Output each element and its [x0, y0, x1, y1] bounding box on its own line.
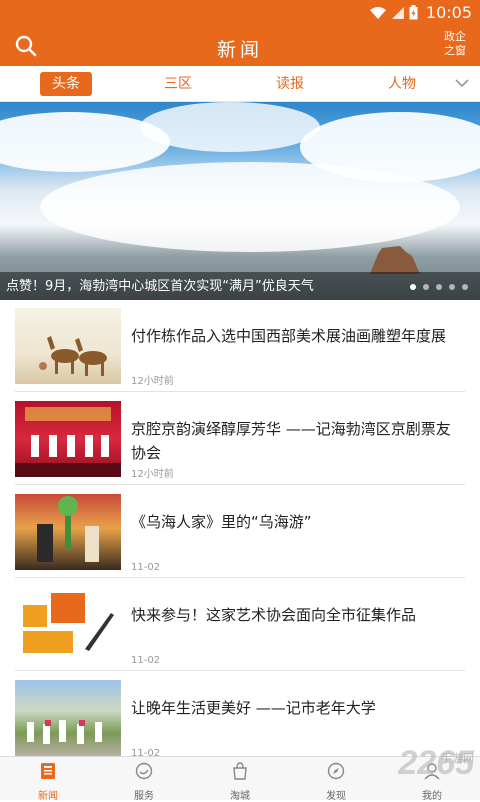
carousel-indicator [410, 284, 468, 290]
nav-service[interactable]: 服务 [96, 757, 192, 802]
news-time: 12小时前 [131, 469, 174, 480]
news-thumbnail [15, 308, 121, 384]
news-headline: 付作栋作品入选中国西部美术展油画雕塑年度展 [131, 327, 447, 345]
banner-caption: 点赞！9月，海勃湾中心城区首次实现“满月”优良天气 [6, 279, 314, 294]
news-time: 11-02 [131, 655, 161, 666]
theater-illustration [37, 496, 99, 562]
news-item[interactable]: 快来参与！这家艺术协会面向全市征集作品 11-02 [15, 579, 465, 671]
tab-read-paper[interactable]: 读报 [264, 72, 316, 96]
nav-news[interactable]: 新闻 [0, 757, 96, 802]
chevron-down-icon[interactable] [454, 75, 470, 91]
category-tabs: 头条 三区 读报 人物 [0, 66, 480, 102]
nav-shopping[interactable]: 淘城 [192, 757, 288, 802]
news-time: 12小时前 [131, 376, 174, 387]
news-icon [41, 763, 55, 779]
news-thumbnail [15, 401, 121, 477]
call-for-works-graphic [23, 593, 114, 653]
banner-cloud [40, 162, 460, 252]
watermark-sub: 手游网 [441, 753, 474, 765]
discover-icon [327, 762, 345, 780]
banner-cloud [140, 102, 320, 152]
exercise-illustration [27, 720, 102, 744]
banner-rock [370, 246, 420, 274]
wifi-icon [370, 7, 386, 19]
news-thumbnail [15, 680, 121, 756]
carousel-dot[interactable] [423, 284, 429, 290]
carousel-dot[interactable] [449, 284, 455, 290]
carousel-dot[interactable] [436, 284, 442, 290]
service-icon [135, 762, 153, 780]
carousel-dot[interactable] [462, 284, 468, 290]
gov-portal-button[interactable]: 政企 之窗 [440, 30, 470, 58]
battery-icon [409, 5, 418, 20]
status-icons [369, 5, 418, 20]
status-time: 10:05 [425, 3, 472, 22]
news-headline: 京腔京韵演绎醇厚芳华 ——记海勃湾区京剧票友协会 [131, 420, 451, 462]
tab-three-districts[interactable]: 三区 [152, 72, 204, 96]
news-thumbnail [15, 494, 121, 570]
tab-people[interactable]: 人物 [376, 72, 428, 96]
status-bar: 10:05 [0, 0, 480, 26]
news-item[interactable]: 付作栋作品入选中国西部美术展油画雕塑年度展 12小时前 [15, 300, 465, 392]
news-headline: 《乌海人家》里的“乌海游” [131, 513, 312, 531]
tab-headlines[interactable]: 头条 [40, 72, 92, 96]
carousel-dot[interactable] [410, 284, 416, 290]
nav-discover[interactable]: 发现 [288, 757, 384, 802]
site-watermark: 2265 手游网 [398, 744, 474, 783]
news-item[interactable]: 京腔京韵演绎醇厚芳华 ——记海勃湾区京剧票友协会 12小时前 [15, 393, 465, 485]
gov-portal-label-line1: 政企 [444, 30, 466, 43]
news-thumbnail [15, 587, 121, 663]
news-headline: 快来参与！这家艺术协会面向全市征集作品 [131, 606, 417, 624]
banner-carousel[interactable]: 点赞！9月，海勃湾中心城区首次实现“满月”优良天气 [0, 102, 480, 300]
app-header: 新闻 政企 之窗 [0, 26, 480, 66]
camel-illustration [39, 336, 107, 376]
shopping-bag-icon [233, 762, 247, 780]
signal-icon [392, 7, 404, 19]
news-time: 11-02 [131, 562, 161, 573]
news-item[interactable]: 《乌海人家》里的“乌海游” 11-02 [15, 486, 465, 578]
page-title: 新闻 [216, 39, 263, 61]
gov-portal-label-line2: 之窗 [444, 44, 466, 57]
stage-illustration [15, 407, 121, 477]
news-headline: 让晚年生活更美好 ——记市老年大学 [131, 699, 376, 717]
